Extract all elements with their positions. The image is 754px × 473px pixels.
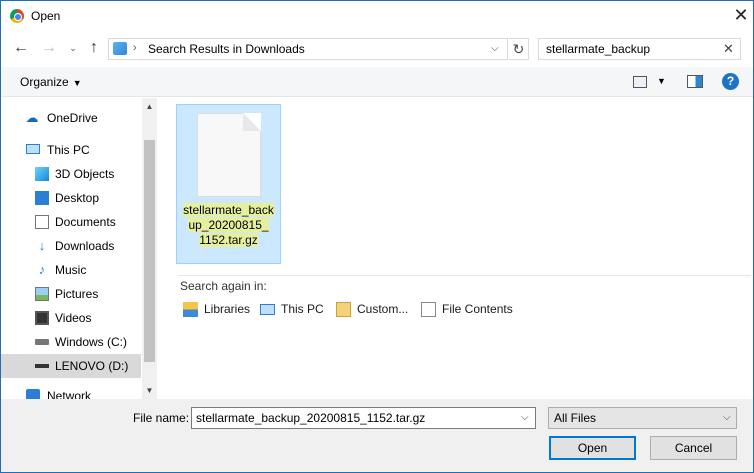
file-icon <box>197 113 261 197</box>
sidebar-item-onedrive[interactable]: ☁ OneDrive <box>1 106 141 130</box>
refresh-button[interactable]: ↻ <box>509 38 529 60</box>
network-icon <box>26 389 40 399</box>
pictures-icon <box>35 287 49 301</box>
sidebar-item-label: Desktop <box>55 191 100 205</box>
libraries-icon <box>183 302 198 317</box>
sidebar-item-label: Videos <box>55 311 92 325</box>
sidebar-scrollbar[interactable]: ▲ ▼ <box>142 98 157 399</box>
sidebar-item-documents[interactable]: Documents <box>1 210 141 234</box>
organize-caret-icon: ▼ <box>72 78 82 88</box>
sidebar-item-pictures[interactable]: Pictures <box>1 282 141 306</box>
music-icon: ♪ <box>38 262 46 277</box>
up-button[interactable]: ↑ <box>85 39 103 57</box>
cloud-icon: ☁ <box>25 110 39 125</box>
search-again-item-label: Libraries <box>204 302 251 316</box>
organize-label: Organize <box>20 75 69 89</box>
computer-icon <box>26 144 40 154</box>
drive-icon <box>35 339 49 345</box>
sidebar-item-label: OneDrive <box>47 111 98 125</box>
file-type-value: All Files <box>554 411 597 425</box>
search-again-item-label: This PC <box>281 302 324 316</box>
sidebar-item-label: Network <box>47 389 92 399</box>
file-name-field[interactable]: stellarmate_backup_20200815_1152.tar.gz … <box>191 407 536 429</box>
sidebar-item-label: Windows (C:) <box>55 335 128 349</box>
command-bar: Organize ▼ ▼ ? <box>1 67 753 97</box>
drive-icon <box>35 364 49 368</box>
sidebar-item-label: This PC <box>47 143 90 157</box>
back-button[interactable]: ← <box>12 39 30 57</box>
sidebar-item-windows-c[interactable]: Windows (C:) <box>1 330 141 354</box>
navigation-row: ← → ⌄ ↑ › Search Results in Downloads ⌵ … <box>1 31 753 67</box>
search-query[interactable]: stellarmate_backup <box>546 42 650 56</box>
sidebar-item-this-pc[interactable]: This PC <box>1 138 141 162</box>
chrome-icon <box>10 9 24 23</box>
search-again-item-label: Custom... <box>357 302 409 316</box>
breadcrumb-separator[interactable]: › <box>133 42 137 54</box>
sidebar-item-downloads[interactable]: ↓ Downloads <box>1 234 141 258</box>
recent-locations-icon[interactable]: ⌄ <box>68 39 78 57</box>
clear-search-icon[interactable]: ✕ <box>723 41 734 57</box>
sidebar-item-desktop[interactable]: Desktop <box>1 186 141 210</box>
forward-button[interactable]: → <box>40 39 58 57</box>
chevron-down-icon: ⌵ <box>723 412 731 423</box>
breadcrumb[interactable]: Search Results in Downloads <box>148 42 305 56</box>
search-results-icon <box>113 42 127 55</box>
sidebar-item-network[interactable]: Network <box>1 384 141 399</box>
sidebar-item-label: Documents <box>55 215 116 229</box>
file-name-line: up_20200815_ <box>188 218 269 232</box>
file-name-value[interactable]: stellarmate_backup_20200815_1152.tar.gz <box>196 411 425 425</box>
dialog-footer: File name: stellarmate_backup_20200815_1… <box>1 399 753 472</box>
documents-icon <box>35 215 49 229</box>
desktop-icon <box>35 191 49 205</box>
3d-objects-icon <box>35 167 49 181</box>
search-again-label: Search again in: <box>180 279 267 293</box>
videos-icon <box>35 311 49 325</box>
title-bar: Open ✕ <box>1 1 753 31</box>
organize-button[interactable]: Organize ▼ <box>20 75 82 89</box>
sidebar-item-3d-objects[interactable]: 3D Objects <box>1 162 141 186</box>
preview-pane-icon[interactable] <box>687 75 703 88</box>
scroll-down-arrow-icon[interactable]: ▼ <box>142 382 157 399</box>
search-again-item-label: File Contents <box>442 302 513 316</box>
sidebar-item-label: LENOVO (D:) <box>55 359 129 373</box>
sidebar-item-label: Music <box>55 263 87 277</box>
custom-folder-icon <box>336 302 351 317</box>
help-icon[interactable]: ? <box>722 73 739 90</box>
divider <box>178 275 751 276</box>
file-name-line: stellarmate_back <box>183 203 274 217</box>
sidebar-item-label: Downloads <box>55 239 115 253</box>
file-name-line: 1152.tar.gz <box>199 233 258 247</box>
search-input[interactable]: stellarmate_backup ✕ <box>538 38 741 60</box>
file-type-select[interactable]: All Files ⌵ <box>548 407 737 429</box>
file-name-dropdown-icon[interactable]: ⌵ <box>521 412 529 423</box>
file-item-selected[interactable]: stellarmate_back up_20200815_ 1152.tar.g… <box>176 104 281 264</box>
results-pane: stellarmate_back up_20200815_ 1152.tar.g… <box>161 98 753 399</box>
file-name-label: stellarmate_back up_20200815_ 1152.tar.g… <box>181 203 276 248</box>
page-fold <box>243 113 261 131</box>
scroll-up-arrow-icon[interactable]: ▲ <box>142 98 157 115</box>
sidebar-item-lenovo-d[interactable]: LENOVO (D:) <box>1 354 141 378</box>
sidebar-item-videos[interactable]: Videos <box>1 306 141 330</box>
downloads-icon: ↓ <box>38 238 46 253</box>
open-dialog: Open ✕ ← → ⌄ ↑ › Search Results in Downl… <box>0 0 754 473</box>
sidebar-item-label: 3D Objects <box>55 167 115 181</box>
address-bar[interactable]: › Search Results in Downloads ⌵ <box>108 38 508 60</box>
file-contents-icon <box>421 302 436 317</box>
scroll-thumb[interactable] <box>144 140 155 362</box>
open-button[interactable]: Open <box>549 436 636 460</box>
sidebar-item-music[interactable]: ♪ Music <box>1 258 141 282</box>
view-options-caret-icon[interactable]: ▼ <box>657 76 666 86</box>
change-view-icon[interactable] <box>633 76 647 88</box>
cancel-button[interactable]: Cancel <box>650 436 737 460</box>
address-dropdown-icon[interactable]: ⌵ <box>491 43 499 54</box>
dialog-title: Open <box>31 9 61 23</box>
sidebar-item-label: Pictures <box>55 287 99 301</box>
navigation-pane: ☁ OneDrive This PC 3D Objects Desktop Do… <box>1 98 157 399</box>
close-button[interactable]: ✕ <box>731 4 751 26</box>
file-name-field-label: File name: <box>133 411 190 425</box>
computer-icon <box>260 304 275 315</box>
